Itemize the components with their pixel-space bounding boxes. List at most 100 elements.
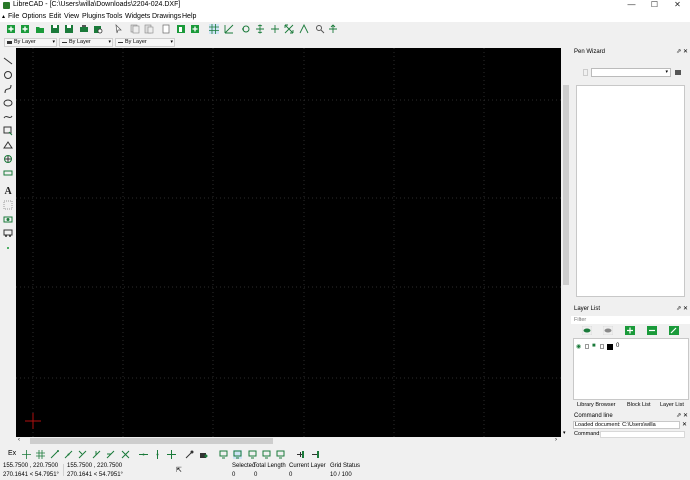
view-2-icon[interactable]: [233, 450, 242, 459]
menu-help[interactable]: Help: [182, 13, 196, 20]
new-file-icon[interactable]: [6, 24, 16, 34]
zoom-auto-icon[interactable]: [284, 24, 294, 34]
remove-view-icon[interactable]: [311, 450, 320, 459]
tab-block-list[interactable]: Block List: [627, 402, 651, 408]
lock-icon[interactable]: ■: [592, 343, 596, 349]
hide-all-layers-icon[interactable]: [603, 326, 613, 335]
image-tool-icon[interactable]: [3, 214, 13, 224]
zoom-previous-icon[interactable]: [299, 24, 309, 34]
pen-linetype-combo[interactable]: By Layer ▾: [115, 38, 175, 47]
menu-edit[interactable]: Edit: [49, 13, 61, 20]
snap-free-icon[interactable]: [22, 450, 31, 459]
menu-options[interactable]: Options: [22, 13, 46, 20]
construction-toggle-icon[interactable]: [600, 344, 604, 349]
layer-color-swatch[interactable]: [607, 344, 613, 350]
lock-relative-zero-icon[interactable]: [199, 450, 208, 459]
system-menu-icon[interactable]: ▴: [2, 13, 5, 20]
pen-wizard-palette-combo[interactable]: ▾: [591, 68, 671, 77]
view-1-icon[interactable]: [219, 450, 228, 459]
print-toggle-icon[interactable]: [585, 344, 589, 349]
edit-layer-icon[interactable]: [669, 326, 679, 335]
close-button[interactable]: ✕: [666, 0, 689, 11]
copy-icon[interactable]: [130, 24, 140, 34]
menu-file[interactable]: File: [8, 13, 19, 20]
add-layer-icon[interactable]: [625, 326, 635, 335]
polyline-tool-icon[interactable]: [3, 112, 13, 122]
snap-grid-icon[interactable]: [36, 450, 45, 459]
menu-plugins[interactable]: Plugins: [82, 13, 105, 20]
select-tool-icon[interactable]: [3, 126, 13, 136]
view-5-icon[interactable]: [276, 450, 285, 459]
dock-float-close-icon[interactable]: ⇗ ✕: [676, 48, 688, 57]
line-tool-icon[interactable]: [3, 56, 13, 66]
snap-middle-icon[interactable]: [92, 450, 101, 459]
text-tool-icon[interactable]: A: [3, 185, 13, 195]
new-from-template-icon[interactable]: [20, 24, 30, 34]
zoom-out-icon[interactable]: [270, 24, 280, 34]
zoom-pan-icon[interactable]: [328, 24, 338, 34]
snap-intersection-icon[interactable]: [121, 450, 130, 459]
set-relative-zero-icon[interactable]: [185, 450, 194, 459]
measure-tool-icon[interactable]: [3, 168, 13, 178]
layer-row[interactable]: ◉ ■ 0: [576, 343, 686, 351]
dimension-tool-icon[interactable]: [3, 140, 13, 150]
snap-on-entity-icon[interactable]: [64, 450, 73, 459]
paste-icon[interactable]: [144, 24, 154, 34]
modify-tool-icon[interactable]: [3, 154, 13, 164]
command-clear-icon[interactable]: ✕: [682, 421, 687, 428]
menu-widgets[interactable]: Widgets: [125, 13, 150, 20]
view-4-icon[interactable]: [262, 450, 271, 459]
draft-mode-icon[interactable]: [224, 24, 234, 34]
zoom-window-icon[interactable]: [315, 24, 325, 34]
select-pointer-icon[interactable]: [113, 24, 123, 34]
snap-exclusive-toggle[interactable]: Ex: [8, 450, 16, 457]
layer-up-icon[interactable]: [176, 24, 186, 34]
restrict-vertical-icon[interactable]: [153, 450, 162, 459]
snap-center-icon[interactable]: [78, 450, 87, 459]
snap-endpoints-icon[interactable]: [50, 450, 59, 459]
layer-filter-input[interactable]: Filter: [571, 316, 690, 324]
horizontal-scroll-thumb[interactable]: [30, 438, 273, 444]
hatch-tool-icon[interactable]: [3, 200, 13, 210]
block-icon[interactable]: [161, 24, 171, 34]
pen-wizard-swatches[interactable]: [576, 85, 685, 297]
command-input[interactable]: [600, 431, 685, 438]
view-3-icon[interactable]: [248, 450, 257, 459]
menu-view[interactable]: View: [64, 13, 79, 20]
layer-add-icon[interactable]: [190, 24, 200, 34]
show-all-layers-icon[interactable]: [582, 326, 592, 335]
redraw-icon[interactable]: [241, 24, 251, 34]
snap-distance-icon[interactable]: [106, 450, 115, 459]
point-tool-icon[interactable]: [3, 243, 13, 253]
menu-tools[interactable]: Tools: [106, 13, 122, 20]
curve-tool-icon[interactable]: [3, 84, 13, 94]
dock-float-close-icon[interactable]: ⇗ ✕: [676, 412, 688, 421]
circle-tool-icon[interactable]: [3, 70, 13, 80]
eye-icon[interactable]: ◉: [576, 343, 581, 350]
print-preview-icon[interactable]: [93, 24, 103, 34]
restrict-orthogonal-icon[interactable]: [167, 450, 176, 459]
pen-wizard-add-icon[interactable]: [583, 69, 588, 76]
pen-color-combo[interactable]: By Layer ▾: [4, 38, 57, 47]
pen-wizard-menu-icon[interactable]: [675, 70, 681, 75]
minimize-button[interactable]: —: [620, 0, 643, 11]
scroll-left-arrow-icon[interactable]: ‹: [18, 437, 20, 443]
remove-layer-icon[interactable]: [647, 326, 657, 335]
scroll-right-arrow-icon[interactable]: ›: [555, 437, 557, 443]
grid-toggle-icon[interactable]: [209, 24, 219, 34]
open-file-icon[interactable]: [35, 24, 45, 34]
pen-width-combo[interactable]: By Layer ▾: [59, 38, 113, 47]
menu-drawings[interactable]: Drawings: [152, 13, 181, 20]
drawing-canvas[interactable]: [16, 48, 561, 437]
print-icon[interactable]: [79, 24, 89, 34]
save-icon[interactable]: [50, 24, 60, 34]
maximize-button[interactable]: ☐: [643, 0, 666, 11]
zoom-in-icon[interactable]: [255, 24, 265, 34]
scroll-down-arrow-icon[interactable]: ▾: [563, 430, 566, 436]
save-as-icon[interactable]: [64, 24, 74, 34]
vertical-scroll-thumb[interactable]: [563, 85, 569, 285]
restrict-horizontal-icon[interactable]: [139, 450, 148, 459]
ellipse-tool-icon[interactable]: [3, 98, 13, 108]
tab-library-browser[interactable]: Library Browser: [577, 402, 616, 408]
dock-float-close-icon[interactable]: ⇗ ✕: [676, 305, 688, 314]
